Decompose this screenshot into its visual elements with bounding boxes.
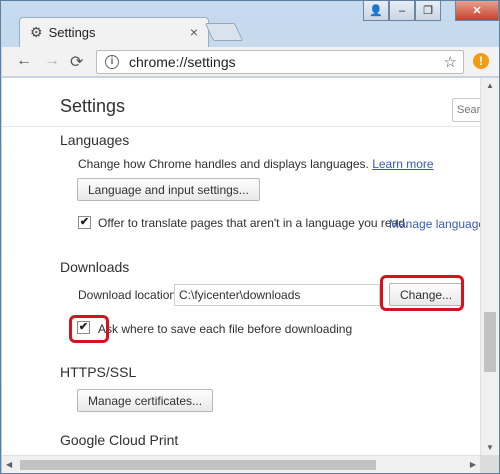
gear-icon: ⚙ (30, 24, 43, 40)
user-icon[interactable]: 👤 (363, 1, 389, 21)
horizontal-scroll-thumb[interactable] (20, 460, 376, 470)
scroll-up-icon[interactable]: ▲ (486, 81, 494, 90)
offer-translate-checkbox[interactable]: ✔ (78, 216, 91, 229)
browser-window: ⚙ Settings × 👤 – ❐ ✕ ← → ⟳ i chrome://se… (0, 0, 500, 474)
close-window-button[interactable]: ✕ (455, 1, 499, 21)
title-bar: ⚙ Settings × 👤 – ❐ ✕ (1, 1, 500, 47)
offer-translate-label: Offer to translate pages that aren't in … (98, 216, 409, 230)
https-ssl-heading: HTTPS/SSL (60, 364, 137, 380)
download-location-label: Download location: (78, 288, 180, 302)
tab-settings[interactable]: ⚙ Settings × (19, 17, 209, 47)
extension-alert-icon[interactable]: ! (473, 53, 489, 69)
reload-icon[interactable]: ⟳ (70, 52, 83, 72)
maximize-button[interactable]: ❐ (415, 1, 441, 21)
minimize-button[interactable]: – (389, 1, 415, 21)
change-button-highlight (380, 275, 464, 311)
browser-toolbar: ← → ⟳ i chrome://settings ☆ ! (2, 47, 499, 77)
manage-languages-link[interactable]: Manage languages (389, 217, 480, 231)
horizontal-scrollbar[interactable]: ◀ ▶ (2, 455, 480, 473)
language-input-settings-button[interactable]: Language and input settings... (77, 178, 260, 201)
learn-more-link[interactable]: Learn more (372, 157, 433, 171)
downloads-heading: Downloads (60, 259, 130, 275)
back-icon[interactable]: ← (16, 52, 32, 70)
forward-icon[interactable]: → (44, 52, 60, 70)
scroll-right-icon[interactable]: ▶ (470, 460, 476, 469)
url-text[interactable]: chrome://settings (129, 54, 236, 70)
new-tab-button[interactable] (204, 23, 244, 41)
scroll-down-icon[interactable]: ▼ (486, 443, 494, 452)
header-divider (2, 126, 480, 127)
checkbox-highlight (69, 315, 109, 343)
bookmark-star-icon[interactable]: ☆ (444, 53, 457, 71)
manage-certificates-button[interactable]: Manage certificates... (77, 389, 214, 412)
settings-content: Settings Languages Change how Chrome han… (2, 78, 480, 455)
vertical-scroll-thumb[interactable] (484, 312, 496, 372)
page-title: Settings (60, 96, 126, 116)
vertical-scrollbar[interactable]: ▲ ▼ (480, 78, 499, 455)
address-bar[interactable]: i chrome://settings ☆ (96, 50, 464, 74)
languages-description-text: Change how Chrome handles and displays l… (78, 157, 369, 171)
info-icon[interactable]: i (105, 55, 119, 69)
search-settings-input[interactable] (452, 98, 480, 122)
languages-heading: Languages (60, 132, 130, 148)
scroll-left-icon[interactable]: ◀ (6, 460, 12, 469)
scrollbar-corner (480, 455, 499, 473)
languages-description: Change how Chrome handles and displays l… (78, 157, 434, 171)
ask-where-save-label: Ask where to save each file before downl… (98, 322, 353, 336)
download-location-field[interactable]: C:\fyicenter\downloads (174, 284, 380, 306)
tab-close-icon[interactable]: × (190, 24, 198, 40)
tab-title: Settings (48, 25, 96, 40)
cloud-print-heading: Google Cloud Print (60, 432, 179, 448)
